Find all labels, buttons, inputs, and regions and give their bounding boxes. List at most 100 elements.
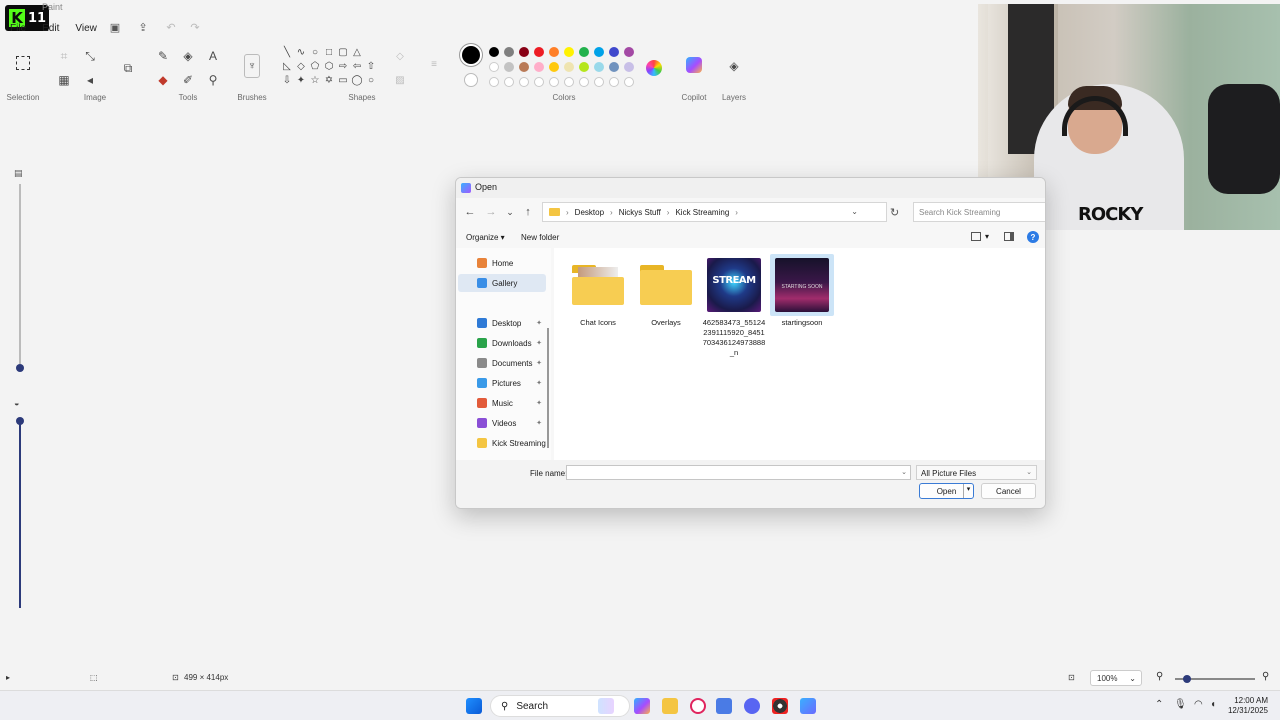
cloud-callout-shape-icon[interactable]: ○ [365,74,377,86]
opera-icon[interactable] [690,698,706,714]
fill-style-icon[interactable]: ▨ [394,74,406,86]
layers-icon[interactable]: ◈ [726,58,742,74]
start-icon[interactable] [466,698,482,714]
five-point-star-shape-icon[interactable]: ☆ [309,74,321,86]
color-swatch[interactable] [549,47,559,57]
image-select-icon[interactable]: ⧉ [120,60,136,76]
down-arrow-shape-icon[interactable]: ⇩ [281,74,293,86]
nav-item-videos[interactable]: Videos ✦ [458,414,546,432]
refresh-icon[interactable]: ↻ [890,206,899,219]
magnifier-icon[interactable]: ⚲ [205,72,221,88]
menu-view[interactable]: View [75,23,97,34]
nav-item-pictures[interactable]: Pictures ✦ [458,374,546,392]
file-type-select[interactable]: All Picture Files ⌄ [916,465,1037,480]
copilot-icon[interactable] [686,57,702,73]
pentagon-shape-icon[interactable]: ⬠ [309,60,321,72]
file-tile-overlays[interactable]: Overlays [634,254,698,328]
pencil-icon[interactable]: ✎ [155,48,171,64]
color-swatch[interactable] [504,62,514,72]
oval-callout-shape-icon[interactable]: ◯ [351,74,363,86]
size-icon[interactable]: ≡ [428,58,440,70]
color-swatch[interactable] [504,47,514,57]
file-name-input[interactable]: ⌄ [566,465,911,480]
up-arrow-shape-icon[interactable]: ⇧ [365,60,377,72]
custom-color-slot[interactable] [489,77,499,87]
search-input[interactable]: Search Kick Streaming [913,202,1045,222]
left-arrow-shape-icon[interactable]: ⇦ [351,60,363,72]
change-view-icon[interactable] [971,232,981,241]
address-dropdown-icon[interactable]: ⌄ [851,207,858,216]
outline-icon[interactable]: ◇ [394,50,406,62]
color-swatch[interactable] [624,62,634,72]
edit-colors-icon[interactable] [646,60,662,76]
color-swatch[interactable] [594,47,604,57]
zoom-in-icon[interactable]: ⚲ [1262,671,1269,682]
color-swatch[interactable] [624,47,634,57]
right-arrow-shape-icon[interactable]: ⇨ [337,60,349,72]
nav-item-music[interactable]: Music ✦ [458,394,546,412]
nav-pane-scrollbar[interactable] [547,328,549,448]
color-swatch[interactable] [549,62,559,72]
select-tool-icon[interactable] [16,56,30,70]
callout-shape-icon[interactable]: ▭ [337,74,349,86]
file-tile-startingsoon[interactable]: STARTING SOON startingsoon [770,254,834,328]
zoom-slider[interactable] [1175,675,1255,683]
custom-color-slot[interactable] [504,77,514,87]
paint-taskbar-icon[interactable] [800,698,816,714]
color-swatch[interactable] [594,62,604,72]
color-swatch[interactable] [489,62,499,72]
four-point-star-shape-icon[interactable]: ✦ [295,74,307,86]
custom-color-slot[interactable] [624,77,634,87]
brush-icon[interactable]: ♆ [244,54,260,78]
file-tile-stream-image[interactable]: STREAM 462583473_551242391115920_8451703… [702,254,766,358]
diamond-shape-icon[interactable]: ◇ [295,60,307,72]
color-picker-icon[interactable]: ✐ [180,72,196,88]
up-arrow-icon[interactable]: ↑ [520,204,536,220]
help-icon[interactable]: ? [1027,231,1039,243]
color-swatch[interactable] [579,47,589,57]
color-swatch[interactable] [609,47,619,57]
nav-item-gallery[interactable]: Gallery [458,274,546,292]
color-swatch[interactable] [519,47,529,57]
tray-overflow-icon[interactable]: ⌃ [1155,699,1163,710]
color-swatch[interactable] [489,47,499,57]
dialog-titlebar[interactable]: Open [456,178,1045,198]
custom-color-slot[interactable] [609,77,619,87]
new-folder-button[interactable]: New folder [521,233,559,242]
crop-icon[interactable]: ⌗ [56,48,72,64]
undo-icon[interactable]: ↶ [164,20,178,34]
fit-to-window-icon[interactable]: ⊡ [1068,673,1075,682]
open-button[interactable]: Open ▾ [919,483,974,499]
cancel-button[interactable]: Cancel [981,483,1036,499]
breadcrumb-kick-streaming[interactable]: Kick Streaming [675,208,729,217]
nav-item-downloads[interactable]: Downloads ✦ [458,334,546,352]
curve-shape-icon[interactable]: ∿ [295,46,307,58]
breadcrumb-desktop[interactable]: Desktop [575,208,604,217]
recent-locations-icon[interactable]: ⌄ [502,204,518,220]
file-tile-chat-icons[interactable]: Chat Icons [566,254,630,328]
eraser-icon[interactable]: ◆ [155,72,171,88]
rotate-icon[interactable]: ◂ [82,72,98,88]
triangle-shape-icon[interactable]: △ [351,46,363,58]
menu-edit[interactable]: Edit [42,23,59,34]
microphone-icon[interactable]: 🎙 [1174,699,1187,710]
color-swatch[interactable] [579,62,589,72]
file-explorer-icon[interactable] [662,698,678,714]
redo-icon[interactable]: ↷ [188,20,202,34]
obs-icon[interactable] [772,698,788,714]
color-swatch[interactable] [609,62,619,72]
chevron-down-icon[interactable]: ⌄ [901,468,907,476]
custom-color-slot[interactable] [534,77,544,87]
text-icon[interactable]: A [205,48,221,64]
wifi-icon[interactable]: ◠ [1194,699,1203,710]
rail-handle-upper[interactable] [16,364,24,372]
custom-color-slot[interactable] [564,77,574,87]
open-split-dropdown-icon[interactable]: ▾ [963,484,973,498]
nav-item-desktop[interactable]: Desktop ✦ [458,314,546,332]
volume-icon[interactable]: ◖ [1210,699,1216,710]
save-icon[interactable]: ▣ [108,20,122,34]
taskbar-clock[interactable]: 12:00 AM 12/31/2025 [1228,696,1268,716]
organize-button[interactable]: Organize ▾ [466,233,505,242]
menu-file[interactable]: File [10,23,26,34]
zoom-select[interactable]: 100% ⌄ [1090,670,1142,686]
